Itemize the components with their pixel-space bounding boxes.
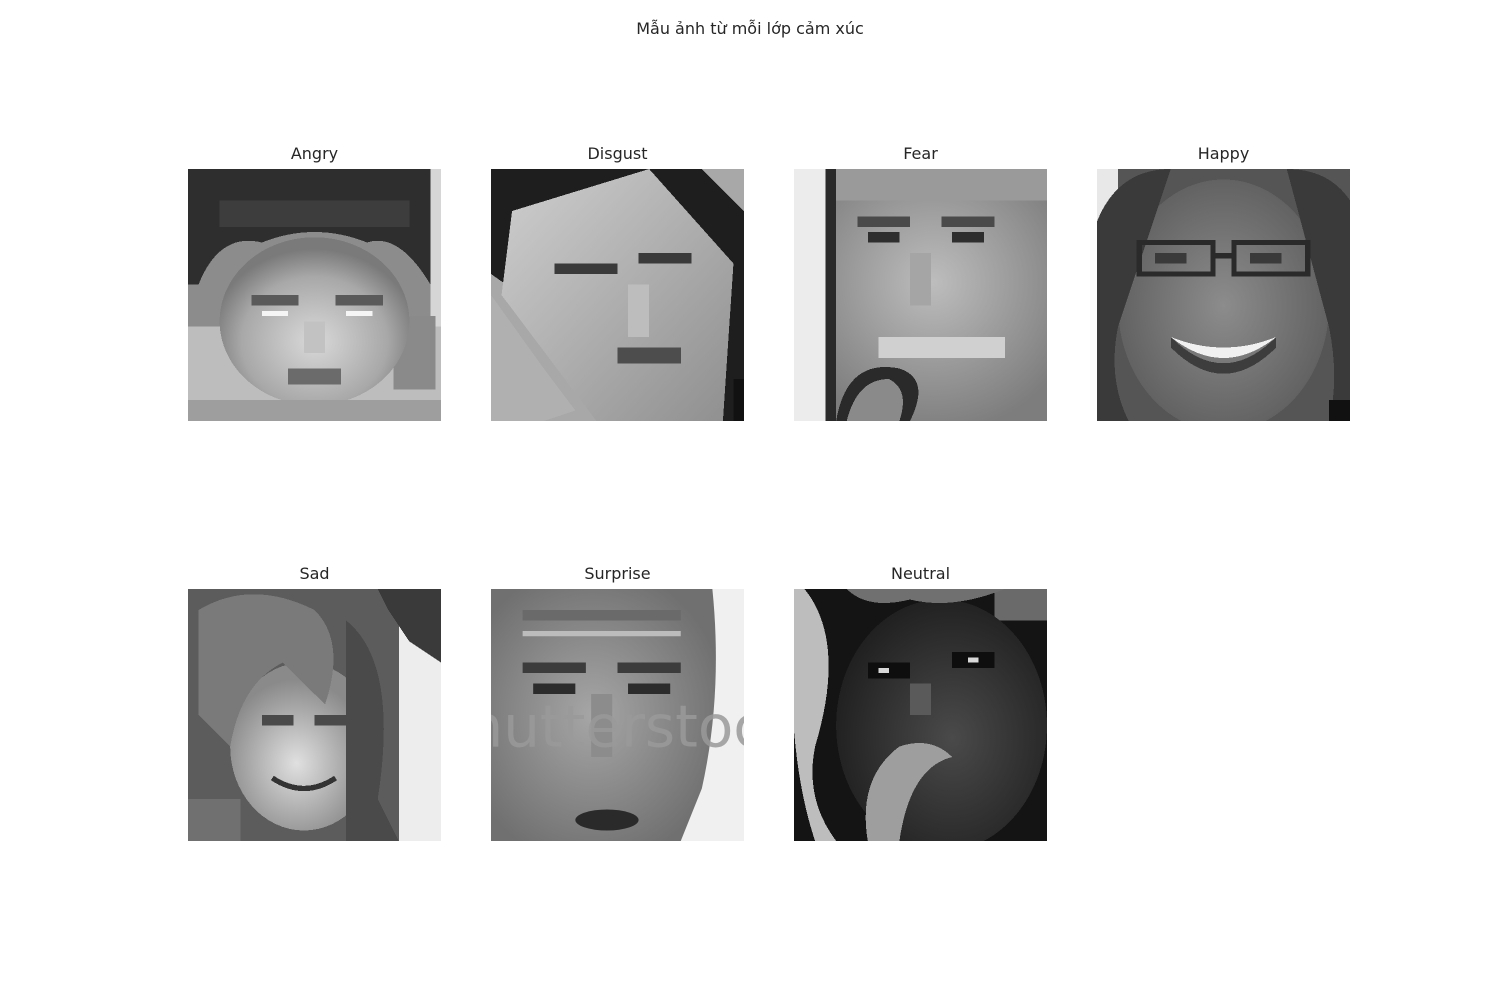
watermark-text: shutterstock <box>491 693 744 761</box>
panel-fear: Fear <box>794 144 1047 421</box>
panel-neutral: Neutral <box>794 564 1047 841</box>
panel-sad: Sad <box>188 564 441 841</box>
panel-title-fear: Fear <box>903 144 938 163</box>
panel-title-surprise: Surprise <box>584 564 651 583</box>
panel-title-angry: Angry <box>290 144 339 163</box>
face-image-sad <box>188 589 441 841</box>
panel-title-happy: Happy <box>1197 144 1250 163</box>
panel-surprise: Surprise shutterstock <box>491 564 744 841</box>
panel-title-neutral: Neutral <box>890 564 951 583</box>
panel-disgust: Disgust <box>491 144 744 421</box>
panel-happy: Happy <box>1097 144 1350 421</box>
panel-title-sad: Sad <box>299 564 330 583</box>
face-image-happy <box>1097 169 1350 421</box>
face-image-neutral <box>794 589 1047 841</box>
face-image-surprise: shutterstock <box>491 589 744 841</box>
face-image-fear <box>794 169 1047 421</box>
face-image-disgust <box>491 169 744 421</box>
panel-title-disgust: Disgust <box>587 144 648 163</box>
panel-angry: Angry <box>188 144 441 421</box>
figure-title: Mẫu ảnh từ mỗi lớp cảm xúc <box>636 19 864 38</box>
face-image-angry <box>188 169 441 421</box>
